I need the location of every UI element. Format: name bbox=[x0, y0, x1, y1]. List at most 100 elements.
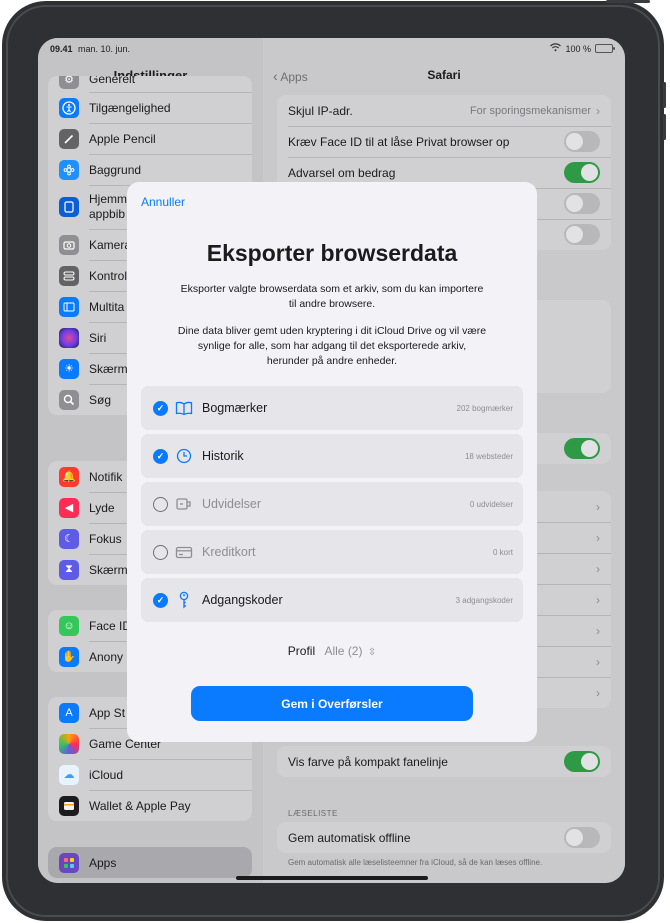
sidebar-item-label: Multita bbox=[89, 299, 125, 314]
sidebar-item-label: Hjemme appbib bbox=[89, 192, 134, 221]
search-icon bbox=[59, 389, 79, 410]
status-date: man. 10. jun. bbox=[78, 44, 131, 54]
status-bar: 09.41 man. 10. jun. 100 % bbox=[38, 38, 625, 60]
book-icon bbox=[174, 401, 194, 415]
sidebar-item-label: App St bbox=[89, 705, 126, 720]
unchecked-circle-icon[interactable] bbox=[153, 544, 168, 560]
sidebar-item-label: Skærm bbox=[89, 361, 128, 376]
pencil-icon bbox=[59, 128, 79, 149]
option-credit-cards[interactable]: Kreditkort 0 kort bbox=[141, 530, 523, 574]
chevron-right-icon: › bbox=[596, 561, 600, 576]
apps-grid-icon bbox=[59, 852, 79, 873]
unchecked-circle-icon[interactable] bbox=[153, 496, 168, 512]
save-to-downloads-button[interactable]: Gem i Overførsler bbox=[191, 686, 473, 721]
battery-icon bbox=[595, 44, 615, 53]
game-center-icon bbox=[59, 733, 79, 754]
reading-list-section-label: LÆSELISTE bbox=[288, 809, 338, 818]
fraud-warning-toggle[interactable] bbox=[564, 162, 600, 183]
home-indicator bbox=[236, 876, 428, 880]
screen: Indstillinger ⚙ Generelt Tilgængelighed … bbox=[38, 38, 625, 883]
option-passwords[interactable]: ✓ Adgangskoder 3 adgangskoder bbox=[141, 578, 523, 622]
clock-icon bbox=[174, 448, 194, 464]
option-extensions[interactable]: Udvidelser 0 udvidelser bbox=[141, 482, 523, 526]
app-store-icon: A bbox=[59, 702, 79, 723]
chevron-left-icon: ‹ bbox=[273, 68, 278, 84]
sidebar-item-label: Kontrol bbox=[89, 268, 128, 283]
chevron-right-icon: › bbox=[596, 623, 600, 638]
sidebar-item-apple-pencil[interactable]: Apple Pencil bbox=[48, 123, 252, 154]
gear-icon: ⚙ bbox=[59, 76, 79, 89]
settings-toggle[interactable] bbox=[564, 438, 600, 459]
settings-toggle[interactable] bbox=[564, 224, 600, 245]
sidebar-item-label: Fokus bbox=[89, 531, 122, 546]
sidebar-item-apps[interactable]: Apps bbox=[48, 847, 252, 878]
extension-icon bbox=[174, 497, 194, 511]
screen-time-icon: ⧗ bbox=[59, 559, 79, 580]
sheet-title: Eksporter browserdata bbox=[206, 240, 458, 266]
reading-list-footnote: Gem automatisk alle læselisteemner fra i… bbox=[288, 858, 543, 867]
notifications-icon: 🔔 bbox=[59, 466, 79, 487]
sidebar-item-generelt[interactable]: ⚙ Generelt bbox=[48, 76, 252, 92]
back-button[interactable]: ‹ Apps bbox=[273, 68, 308, 84]
back-button-label: Apps bbox=[280, 70, 308, 84]
sidebar-item-label: iCloud bbox=[89, 767, 124, 782]
sidebar-item-label: Baggrund bbox=[89, 162, 142, 177]
hide-ip-row[interactable]: Skjul IP-adr. For sporingsmekanismer › bbox=[277, 95, 611, 126]
sidebar-item-label: Notifik bbox=[89, 469, 123, 484]
status-time: 09.41 bbox=[50, 44, 73, 54]
sidebar-item-label: Face ID bbox=[89, 618, 132, 633]
sidebar-item-label: Apps bbox=[89, 855, 117, 870]
option-count: 202 bogmærker bbox=[456, 403, 513, 413]
accessibility-icon bbox=[59, 97, 79, 118]
chevron-right-icon: › bbox=[596, 499, 600, 514]
chevron-right-icon: › bbox=[596, 654, 600, 669]
sidebar-item-wallet[interactable]: Wallet & Apple Pay bbox=[48, 790, 252, 821]
cancel-button[interactable]: Annuller bbox=[141, 195, 185, 209]
profile-picker[interactable]: Profil Alle (2) ⇳ bbox=[127, 644, 537, 658]
auto-offline-label: Gem automatisk offline bbox=[288, 830, 411, 845]
hide-ip-value: For sporingsmekanismer bbox=[469, 104, 591, 117]
tab-bar-color-row: Vis farve på kompakt fanelinje bbox=[277, 746, 611, 777]
option-count: 18 websteder bbox=[464, 451, 513, 461]
chevron-right-icon: › bbox=[596, 103, 600, 118]
privacy-icon: ✋ bbox=[59, 646, 79, 667]
option-name: Kreditkort bbox=[202, 545, 256, 559]
chevron-right-icon: › bbox=[596, 530, 600, 545]
key-icon bbox=[174, 591, 194, 609]
face-id-icon: ☺ bbox=[59, 615, 79, 636]
sidebar-item-icloud[interactable]: ☁ iCloud bbox=[48, 759, 252, 790]
focus-icon: ☾ bbox=[59, 528, 79, 549]
icloud-icon: ☁ bbox=[59, 764, 79, 785]
profile-value: Alle (2) bbox=[324, 644, 363, 658]
wifi-icon bbox=[550, 43, 562, 54]
sidebar-item-label: Apple Pencil bbox=[89, 131, 156, 146]
camera-icon bbox=[59, 234, 79, 255]
credit-card-icon bbox=[174, 546, 194, 559]
tab-bar-color-label: Vis farve på kompakt fanelinje bbox=[288, 754, 448, 769]
require-face-id-toggle[interactable] bbox=[564, 131, 600, 152]
sidebar-item-baggrund[interactable]: Baggrund bbox=[48, 154, 252, 185]
option-name: Adgangskoder bbox=[202, 593, 283, 607]
checkmark-icon[interactable]: ✓ bbox=[153, 448, 168, 464]
checkmark-icon[interactable]: ✓ bbox=[153, 592, 168, 608]
status-right: 100 % bbox=[550, 43, 615, 54]
volume-up-button bbox=[663, 82, 666, 108]
sheet-warning: Dine data bliver gemt uden kryptering i … bbox=[177, 325, 487, 367]
sidebar-item-label: Lyde bbox=[89, 500, 115, 515]
sidebar-item-tilgaengelighed[interactable]: Tilgængelighed bbox=[48, 92, 252, 123]
checkmark-icon[interactable]: ✓ bbox=[153, 400, 168, 416]
sidebar-item-label: Siri bbox=[89, 330, 107, 345]
control-center-icon bbox=[59, 265, 79, 286]
tab-bar-color-toggle[interactable] bbox=[564, 751, 600, 772]
option-bookmarks[interactable]: ✓ Bogmærker 202 bogmærker bbox=[141, 386, 523, 430]
sheet-description: Eksporter valgte browserdata som et arki… bbox=[180, 283, 484, 310]
option-history[interactable]: ✓ Historik 18 websteder bbox=[141, 434, 523, 478]
reading-list-group: Gem automatisk offline bbox=[277, 822, 611, 853]
chevron-up-down-icon: ⇳ bbox=[367, 647, 377, 658]
settings-toggle[interactable] bbox=[564, 193, 600, 214]
export-browser-data-sheet: Annuller Eksporter browserdata Eksporter… bbox=[127, 182, 537, 742]
option-name: Udvidelser bbox=[202, 497, 262, 511]
top-button bbox=[606, 0, 650, 3]
volume-down-button bbox=[663, 114, 666, 140]
auto-offline-toggle[interactable] bbox=[564, 827, 600, 848]
